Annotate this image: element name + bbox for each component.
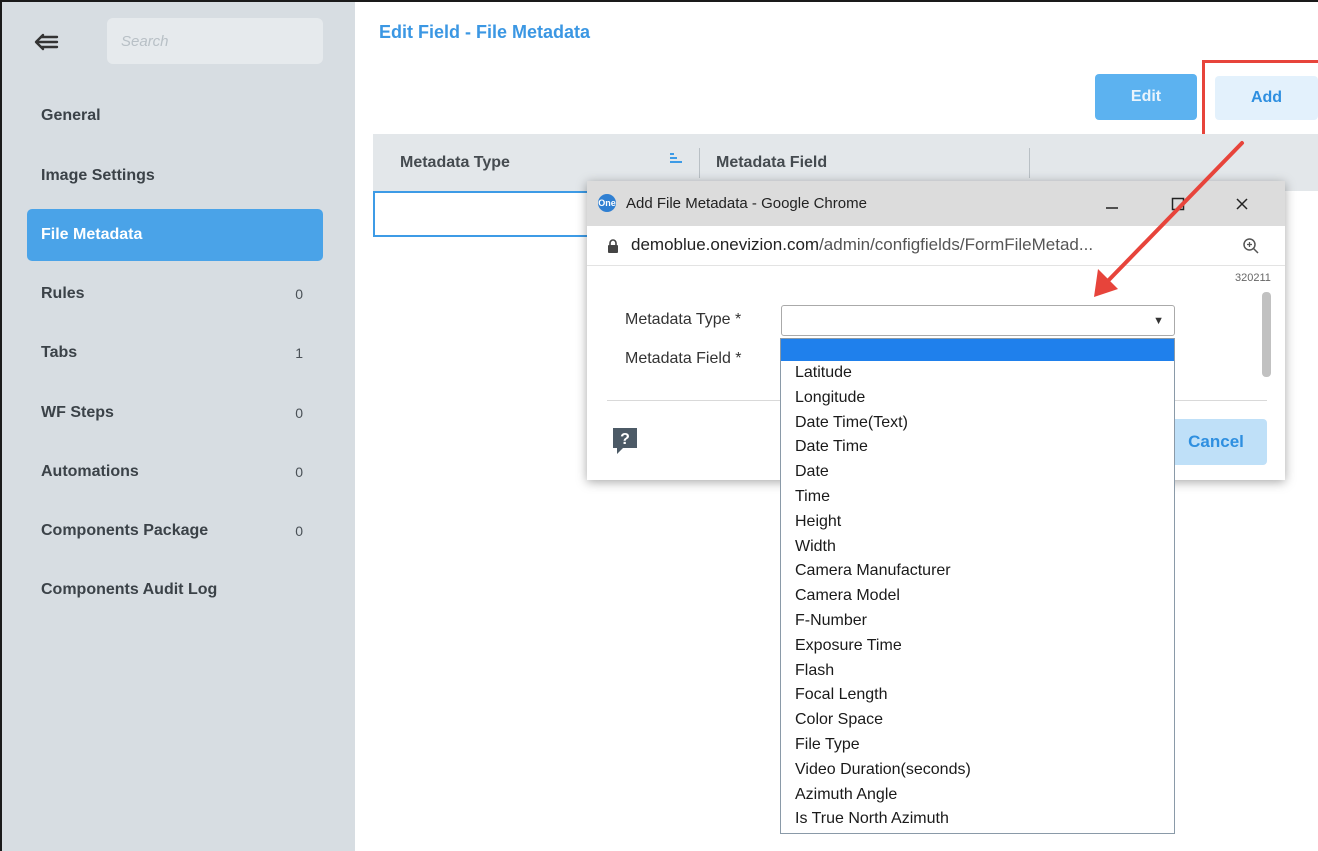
url-path: /admin/configfields/FormFileMetad... [819, 235, 1094, 254]
dropdown-option-empty-highlighted[interactable] [781, 339, 1174, 361]
dropdown-option[interactable]: Time [781, 485, 1174, 510]
edit-button[interactable]: Edit [1095, 74, 1197, 120]
dropdown-arrow-icon: ▼ [1153, 315, 1164, 327]
lock-icon [607, 239, 619, 253]
sidebar-item-label: Automations [41, 463, 139, 480]
column-divider[interactable] [699, 148, 700, 178]
sidebar-item-label: WF Steps [41, 404, 114, 421]
table-row[interactable] [373, 191, 598, 237]
dropdown-option[interactable]: Color Space [781, 708, 1174, 733]
dropdown-option[interactable]: Date Time(Text) [781, 411, 1174, 436]
dropdown-option[interactable]: Video Duration(seconds) [781, 758, 1174, 783]
help-icon[interactable]: ? [611, 426, 639, 456]
sidebar-item-file-metadata[interactable]: File Metadata [27, 209, 323, 261]
sidebar-item-components-audit-log[interactable]: Components Audit Log [27, 564, 323, 616]
dropdown-option[interactable]: Focal Length [781, 683, 1174, 708]
sidebar-item-label: Rules [41, 285, 85, 302]
search-input[interactable] [107, 18, 323, 64]
sidebar-item-wf-steps[interactable]: WF Steps 0 [27, 387, 323, 439]
sidebar-item-label: File Metadata [41, 226, 143, 243]
sidebar-item-label: Tabs [41, 344, 78, 361]
popup-window-title: Add File Metadata - Google Chrome [626, 195, 867, 212]
collapse-sidebar-icon[interactable] [32, 28, 60, 56]
dropdown-option[interactable]: Latitude [781, 361, 1174, 386]
column-divider[interactable] [1029, 148, 1030, 178]
sidebar-item-count: 0 [295, 523, 303, 539]
metadata-type-select[interactable]: ▼ [781, 305, 1175, 336]
annotation-arrow-icon [1094, 141, 1244, 297]
url-host: demoblue.onevizion.com [631, 235, 820, 254]
sort-icon[interactable] [669, 152, 683, 166]
onevizion-logo-icon: One [598, 194, 616, 212]
dropdown-option[interactable]: Height [781, 510, 1174, 535]
dropdown-option[interactable]: Camera Model [781, 584, 1174, 609]
url-text[interactable]: demoblue.onevizion.com/admin/configfield… [631, 235, 1093, 255]
dropdown-option[interactable]: F-Number [781, 609, 1174, 634]
sidebar-item-count: 0 [295, 405, 303, 421]
dropdown-option[interactable]: Longitude [781, 386, 1174, 411]
metadata-field-label: Metadata Field * [625, 350, 742, 367]
sidebar-item-count: 0 [295, 464, 303, 480]
sidebar-item-label: General [41, 107, 101, 124]
cancel-button[interactable]: Cancel [1165, 419, 1267, 465]
dropdown-option[interactable]: Date Time [781, 435, 1174, 460]
sidebar-item-components-package[interactable]: Components Package 0 [27, 505, 323, 557]
sidebar-item-automations[interactable]: Automations 0 [27, 446, 323, 498]
sidebar-item-tabs[interactable]: Tabs 1 [27, 327, 323, 379]
dropdown-option[interactable]: Is True North Azimuth [781, 807, 1174, 832]
annotation-highlight-box [1202, 60, 1318, 144]
sidebar-item-count: 0 [295, 286, 303, 302]
page-title: Edit Field - File Metadata [379, 22, 591, 42]
search-box[interactable] [107, 18, 323, 64]
dropdown-option[interactable]: Width [781, 535, 1174, 560]
metadata-type-label: Metadata Type * [625, 311, 742, 328]
svg-text:?: ? [620, 431, 630, 448]
dropdown-option[interactable]: Camera Manufacturer [781, 559, 1174, 584]
sidebar-item-image-settings[interactable]: Image Settings [27, 150, 323, 202]
app-frame: General Image Settings File Metadata Rules 0… [0, 0, 1318, 851]
dropdown-option[interactable]: File Type [781, 733, 1174, 758]
sidebar: General Image Settings File Metadata Rules 0… [2, 2, 355, 851]
dropdown-options: Latitude Longitude Date Time(Text) Date Tim… [781, 361, 1174, 832]
metadata-type-dropdown-list: Latitude Longitude Date Time(Text) Date Tim… [780, 338, 1175, 834]
dropdown-option[interactable]: Date [781, 460, 1174, 485]
dropdown-option[interactable]: Flash [781, 659, 1174, 684]
sidebar-item-label: Components Package [41, 522, 209, 539]
column-header-metadata-type[interactable]: Metadata Type [400, 134, 510, 191]
sidebar-item-label: Image Settings [41, 167, 155, 184]
sidebar-item-rules[interactable]: Rules 0 [27, 268, 323, 320]
sidebar-item-count: 1 [295, 345, 303, 361]
dropdown-option[interactable]: Azimuth Angle [781, 783, 1174, 808]
dropdown-option[interactable]: Exposure Time [781, 634, 1174, 659]
sidebar-item-label: Components Audit Log [41, 581, 218, 598]
sidebar-item-general[interactable]: General [27, 90, 323, 142]
